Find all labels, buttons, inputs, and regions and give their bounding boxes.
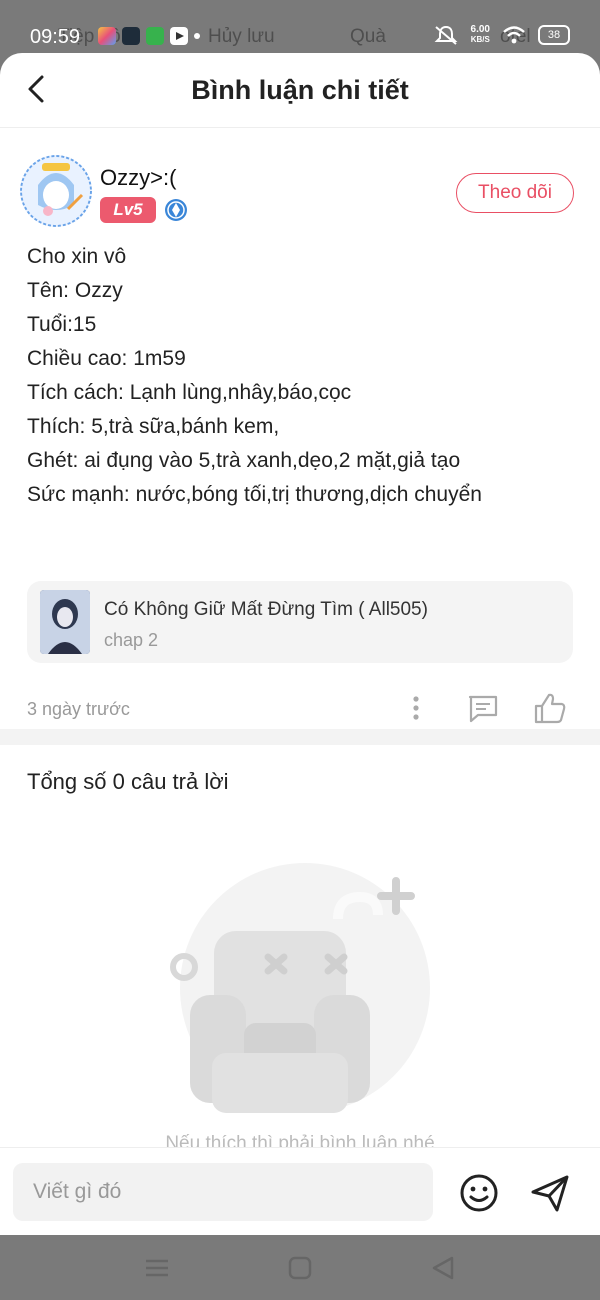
level-badge: Lv5 <box>100 197 156 223</box>
battery-indicator: 38 <box>538 25 570 45</box>
emoji-icon[interactable] <box>458 1172 500 1214</box>
reply-icon[interactable] <box>466 693 500 723</box>
store-app-icon <box>146 27 164 45</box>
section-divider <box>0 729 600 745</box>
comment-card: Ozzy>:( Lv5 Theo dõi Cho xin vô Tên: Ozz… <box>0 127 600 727</box>
background-text: Hủy lưu <box>208 26 275 47</box>
comment-line: Tuổi:15 <box>27 313 97 336</box>
comment-line: Sức mạnh: nước,bóng tối,trị thương,dịch … <box>27 483 482 506</box>
avatar[interactable] <box>20 155 92 227</box>
system-indicators: 6.00 KB/S 38 <box>433 24 570 46</box>
youtube-icon <box>170 27 188 45</box>
comment-line: Thích: 5,trà sữa,bánh kem, <box>27 415 280 438</box>
like-thumb-icon[interactable] <box>532 691 568 725</box>
more-options-icon[interactable] <box>404 693 428 723</box>
system-navigation-bar <box>0 1235 600 1300</box>
wifi-icon <box>503 26 525 44</box>
notification-icons <box>98 27 200 45</box>
game-app-icon <box>122 27 140 45</box>
story-title: Có Không Giữ Mất Đừng Tìm ( All505) <box>104 599 428 620</box>
header: Bình luận chi tiết <box>0 53 600 128</box>
username[interactable]: Ozzy>:( <box>100 165 176 191</box>
more-notifications-dot <box>194 33 200 39</box>
photos-app-icon <box>98 27 116 45</box>
background-text: Quà <box>350 26 386 47</box>
recent-apps-icon[interactable] <box>142 1253 172 1283</box>
comment-line: Cho xin vô <box>27 245 127 268</box>
follow-button[interactable]: Theo dõi <box>456 173 574 213</box>
send-icon[interactable] <box>529 1172 571 1214</box>
back-icon[interactable] <box>428 1253 458 1283</box>
comment-line: Tích cách: Lạnh lùng,nhây,báo,cọc <box>27 381 352 404</box>
comment-line: Chiều cao: 1m59 <box>27 347 186 370</box>
clock: 09:59 <box>30 26 81 48</box>
empty-sofa-illustration <box>170 863 430 1113</box>
comment-body: Cho xin vô Tên: Ozzy Tuổi:15 Chiều cao: … <box>27 240 482 512</box>
home-icon[interactable] <box>285 1253 315 1283</box>
story-chapter: chap 2 <box>104 630 159 650</box>
comment-timestamp: 3 ngày trước <box>27 699 130 719</box>
comment-line: Tên: Ozzy <box>27 279 123 302</box>
replies-count: Tổng số 0 câu trả lời <box>27 769 229 794</box>
verified-badge-icon <box>165 199 187 221</box>
mute-bell-icon <box>434 25 457 45</box>
network-speed: 6.00 KB/S <box>470 24 490 45</box>
comment-detail-sheet: Bình luận chi tiết Ozzy>:( Lv5 Theo dõi … <box>0 53 600 1235</box>
comment-input[interactable] <box>13 1163 433 1221</box>
story-link-card[interactable]: Có Không Giữ Mất Đừng Tìm ( All505) chap… <box>27 581 573 663</box>
comment-line: Ghét: ai đụng vào 5,trà xanh,dẹo,2 mặt,g… <box>27 449 461 472</box>
comment-input-bar <box>0 1147 600 1235</box>
page-title: Bình luận chi tiết <box>191 75 409 105</box>
story-thumbnail <box>40 590 90 654</box>
